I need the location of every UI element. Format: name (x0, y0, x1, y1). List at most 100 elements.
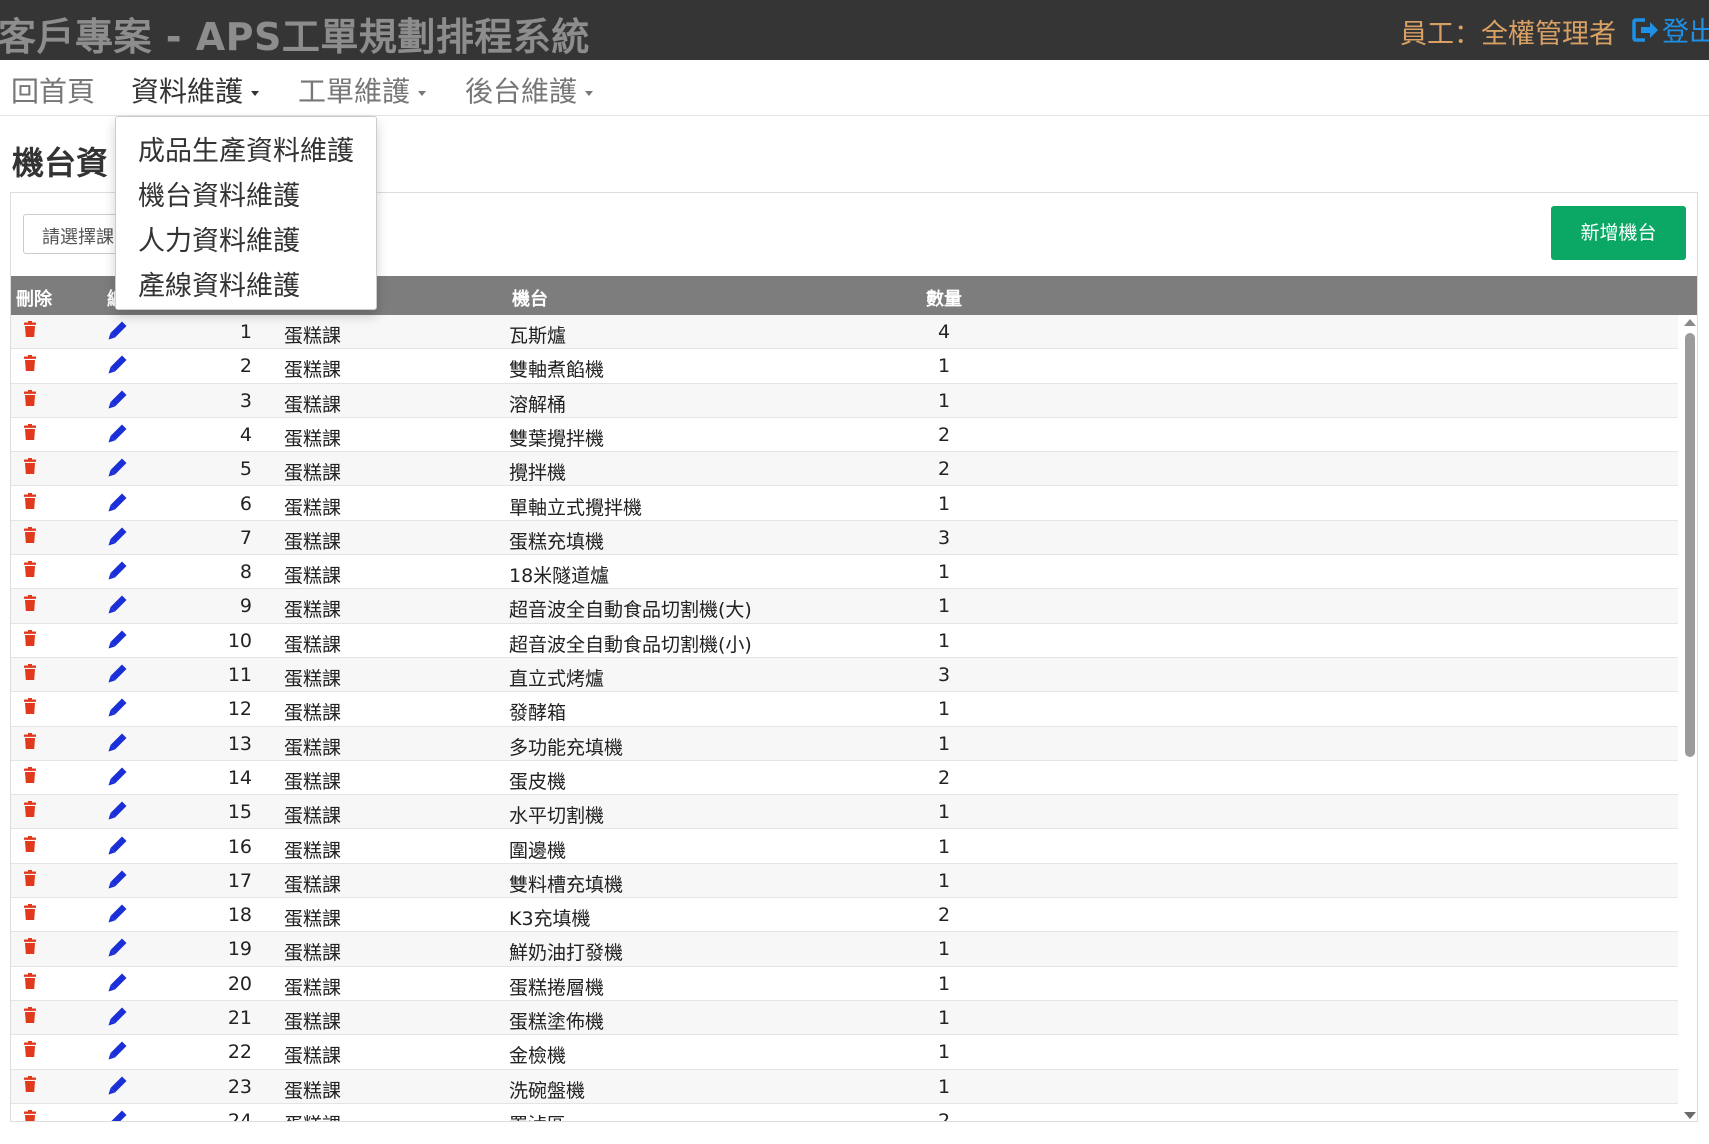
trash-icon[interactable] (24, 492, 36, 514)
trash-icon[interactable] (24, 869, 36, 891)
add-machine-button[interactable]: 新增機台 (1551, 206, 1686, 260)
menu-item-production-line-data[interactable]: 產線資料維護 (138, 264, 300, 303)
trash-icon[interactable] (24, 629, 36, 651)
pencil-icon[interactable] (108, 354, 128, 379)
pencil-icon[interactable] (108, 560, 128, 585)
header-machine[interactable]: 機台 (512, 285, 548, 311)
row-quantity: 1 (937, 355, 951, 378)
pencil-icon[interactable] (108, 492, 128, 517)
trash-icon[interactable] (24, 903, 36, 925)
pencil-icon[interactable] (108, 800, 128, 825)
trash-icon[interactable] (24, 835, 36, 857)
table-row: 6 蛋糕課 單軸立式攪拌機 1 (11, 487, 1678, 521)
trash-icon[interactable] (24, 560, 36, 582)
pencil-icon[interactable] (108, 1040, 128, 1065)
scroll-up-arrow-icon[interactable] (1684, 319, 1696, 326)
row-machine: 超音波全自動食品切割機(小) (509, 633, 752, 656)
pencil-icon[interactable] (108, 594, 128, 619)
row-quantity: 4 (937, 321, 951, 343)
row-quantity: 1 (937, 698, 951, 721)
row-machine: 雙軸煮餡機 (509, 359, 605, 382)
pencil-icon[interactable] (108, 697, 128, 722)
row-number: 24 (227, 1109, 252, 1122)
row-number: 11 (227, 664, 252, 686)
row-machine: 圍邊機 (509, 839, 567, 862)
row-department: 蛋糕課 (284, 976, 342, 999)
row-department: 蛋糕課 (284, 633, 342, 656)
scrollbar-thumb[interactable] (1685, 333, 1695, 757)
pencil-icon[interactable] (108, 629, 128, 654)
row-number: 3 (239, 389, 252, 412)
trash-icon[interactable] (24, 457, 36, 479)
row-department: 蛋糕課 (284, 1110, 341, 1121)
menu-item-manpower-data[interactable]: 人力資料維護 (138, 219, 300, 258)
app-title: 客戶專案 - APS工單規劃排程系統 (0, 15, 590, 59)
header-delete[interactable]: 刪除 (16, 285, 52, 311)
pencil-icon[interactable] (108, 389, 128, 414)
trash-icon[interactable] (24, 1006, 36, 1028)
row-department: 蛋糕課 (284, 908, 342, 931)
pencil-icon[interactable] (108, 869, 128, 894)
trash-icon[interactable] (24, 1040, 36, 1062)
row-department: 蛋糕課 (284, 736, 342, 759)
pencil-icon[interactable] (108, 320, 128, 345)
pencil-icon[interactable] (108, 526, 128, 551)
trash-icon[interactable] (24, 732, 36, 754)
row-quantity: 1 (937, 835, 951, 858)
pencil-icon[interactable] (108, 423, 128, 448)
nav-workorder-maintenance[interactable]: 工單維護 (298, 70, 427, 110)
menu-item-product-data[interactable]: 成品生產資料維護 (138, 129, 354, 168)
pencil-icon[interactable] (108, 663, 128, 688)
logout-link[interactable]: 登出 (1632, 10, 1709, 49)
trash-icon[interactable] (24, 697, 36, 719)
trash-icon[interactable] (24, 594, 36, 616)
row-department: 蛋糕課 (284, 942, 342, 965)
trash-icon[interactable] (24, 766, 36, 788)
pencil-icon[interactable] (108, 937, 128, 962)
trash-icon[interactable] (24, 800, 36, 822)
nav-data-maintenance[interactable]: 資料維護 (131, 70, 260, 110)
row-number: 8 (239, 561, 252, 584)
row-machine: 鮮奶油打發機 (509, 942, 624, 965)
scroll-down-arrow-icon[interactable] (1684, 1112, 1696, 1119)
row-machine: 蛋糕充填機 (509, 530, 605, 553)
row-quantity: 2 (937, 1109, 951, 1122)
pencil-icon[interactable] (108, 972, 128, 997)
row-quantity: 1 (937, 1075, 951, 1098)
row-department: 蛋糕課 (284, 1079, 342, 1102)
nav-backend-maintenance[interactable]: 後台維護 (465, 70, 594, 110)
pencil-icon[interactable] (108, 1006, 128, 1031)
trash-icon[interactable] (24, 354, 36, 376)
table-row: 17 蛋糕課 雙料槽充填機 1 (11, 863, 1678, 899)
table-body: 1 蛋糕課 瓦斯爐 4 2 蛋糕課 雙軸煮餡機 1 3 蛋糕課 溶解桶 1 4 蛋糕課 雙葉攪拌機 2 5 蛋糕課… (11, 315, 1678, 1122)
trash-icon[interactable] (24, 320, 36, 342)
trash-icon[interactable] (24, 1109, 36, 1121)
caret-down-icon (585, 90, 594, 96)
row-quantity: 3 (937, 664, 951, 686)
trash-icon[interactable] (24, 937, 36, 959)
pencil-icon[interactable] (108, 903, 128, 928)
pencil-icon[interactable] (108, 1109, 128, 1121)
header-quantity[interactable]: 數量 (926, 285, 962, 311)
row-number: 6 (239, 492, 252, 515)
nav-home[interactable]: 回首頁 (11, 70, 95, 110)
trash-icon[interactable] (24, 1075, 36, 1097)
trash-icon[interactable] (24, 663, 36, 685)
pencil-icon[interactable] (108, 732, 128, 757)
pencil-icon[interactable] (108, 766, 128, 791)
row-quantity: 2 (937, 766, 951, 789)
row-quantity: 1 (937, 938, 951, 961)
trash-icon[interactable] (24, 526, 36, 548)
trash-icon[interactable] (24, 389, 36, 411)
current-user-label: 員工：全權管理者 (1400, 19, 1616, 50)
menu-item-machine-data[interactable]: 機台資料維護 (138, 174, 300, 213)
pencil-icon[interactable] (108, 457, 128, 482)
pencil-icon[interactable] (108, 1075, 128, 1100)
row-number: 15 (227, 801, 252, 824)
pencil-icon[interactable] (108, 835, 128, 860)
row-number: 23 (227, 1075, 252, 1098)
trash-icon[interactable] (24, 972, 36, 994)
row-number: 12 (227, 698, 252, 721)
vertical-scrollbar[interactable] (1681, 315, 1697, 1121)
trash-icon[interactable] (24, 423, 36, 445)
